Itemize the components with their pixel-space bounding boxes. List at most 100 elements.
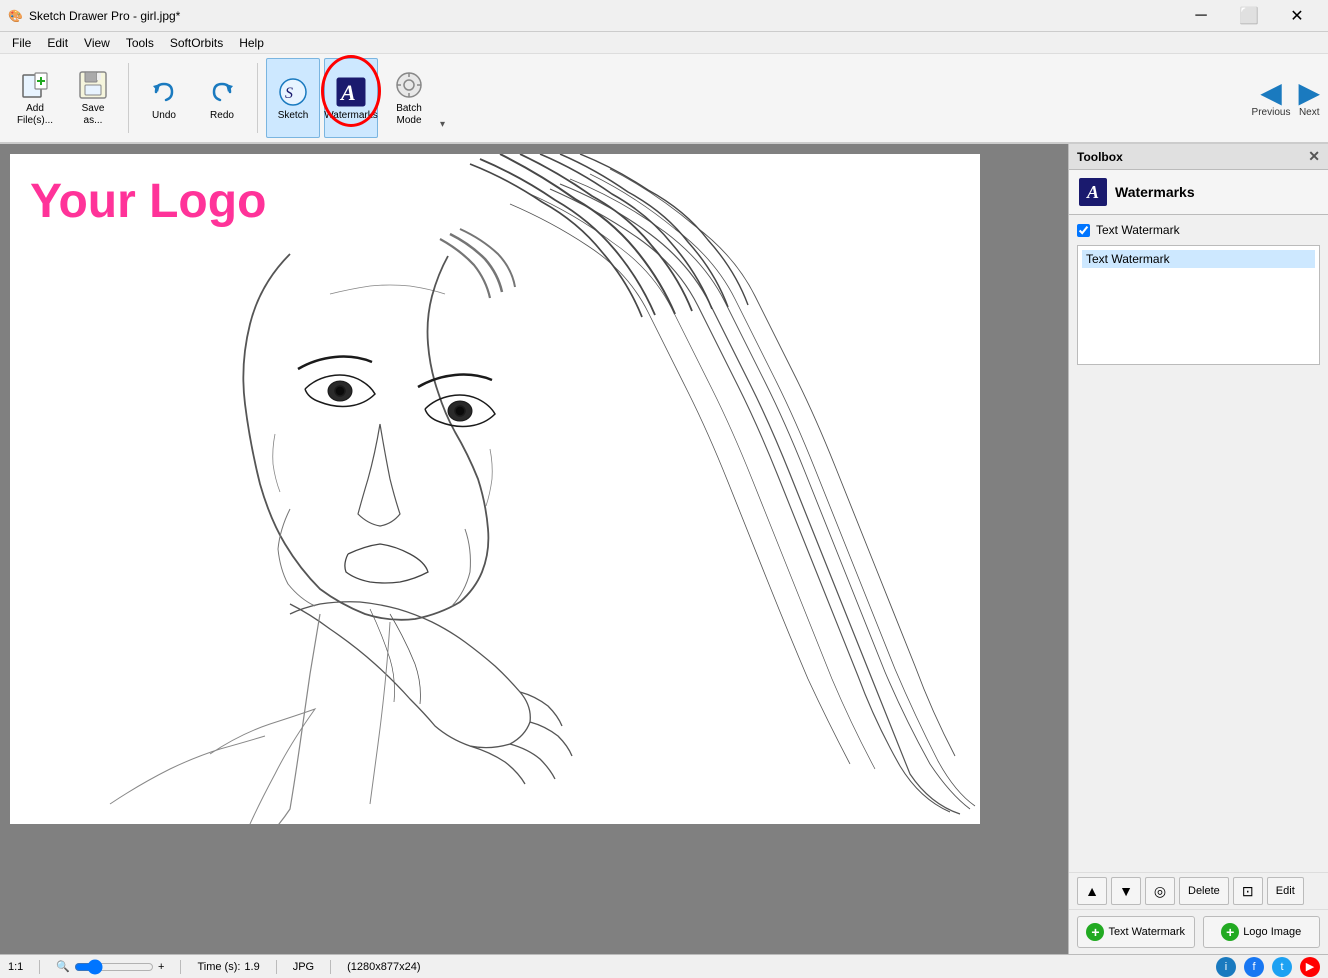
close-button[interactable]: ✕ — [1274, 0, 1320, 32]
title-bar: 🎨 Sketch Drawer Pro - girl.jpg* ─ ⬜ ✕ — [0, 0, 1328, 32]
select-button[interactable]: ⊡ — [1233, 877, 1263, 905]
toolbox-action-row: ▲ ▼ ◎ Delete ⊡ Edit — [1069, 872, 1328, 910]
toolbar-dropdown[interactable]: ▾ — [440, 58, 445, 138]
menu-tools[interactable]: Tools — [118, 34, 162, 52]
add-files-button[interactable]: AddFile(s)... — [8, 58, 62, 138]
undo-icon — [148, 76, 180, 108]
zoom-slider[interactable] — [74, 959, 154, 975]
format-text: JPG — [293, 961, 314, 973]
toolbar-separator-2 — [257, 63, 258, 133]
sketch-icon: S — [277, 76, 309, 108]
add-files-icon — [19, 69, 51, 101]
facebook-button[interactable]: f — [1244, 957, 1264, 977]
batch-mode-icon — [393, 69, 425, 101]
next-button[interactable]: ▶ Next — [1298, 79, 1320, 118]
status-bar: 1:1 🔍 + Time (s): 1.9 JPG (1280x877x24) … — [0, 954, 1328, 978]
time-display: Time (s): 1.9 — [197, 961, 259, 973]
svg-text:S: S — [285, 85, 293, 102]
toolbar-separator-1 — [128, 63, 129, 133]
redo-label: Redo — [210, 110, 234, 121]
visibility-button[interactable]: ◎ — [1145, 877, 1175, 905]
title-bar-text: Sketch Drawer Pro - girl.jpg* — [29, 9, 180, 23]
svg-text:A: A — [339, 80, 356, 105]
edit-button[interactable]: Edit — [1267, 877, 1304, 905]
zoom-level: 1:1 — [8, 961, 23, 973]
format-display: JPG — [293, 961, 314, 973]
menu-view[interactable]: View — [76, 34, 118, 52]
redo-icon — [206, 76, 238, 108]
twitter-button[interactable]: t — [1272, 957, 1292, 977]
time-value: 1.9 — [244, 961, 259, 973]
youtube-button[interactable]: ▶ — [1300, 957, 1320, 977]
status-sep-1 — [39, 960, 40, 974]
add-logo-image-button[interactable]: + Logo Image — [1203, 916, 1321, 948]
text-watermark-checkbox-label: Text Watermark — [1096, 223, 1180, 237]
zoom-out-icon[interactable]: 🔍 — [56, 960, 70, 973]
minimize-button[interactable]: ─ — [1178, 0, 1224, 32]
watermarks-label: Watermarks — [324, 110, 378, 121]
toolbox-close-button[interactable]: ✕ — [1308, 148, 1320, 165]
status-sep-4 — [330, 960, 331, 974]
toolbox-section-icon: A — [1079, 178, 1107, 206]
toolbox-section-title: Watermarks — [1115, 184, 1195, 200]
next-arrow-icon: ▶ — [1298, 79, 1320, 107]
save-as-button[interactable]: Saveas... — [66, 58, 120, 138]
menu-help[interactable]: Help — [231, 34, 272, 52]
undo-label: Undo — [152, 110, 176, 121]
toolbox-title: Toolbox — [1077, 150, 1123, 164]
zoom-controls[interactable]: 🔍 + — [56, 959, 164, 975]
status-sep-3 — [276, 960, 277, 974]
nav-buttons: ◀ Previous ▶ Next — [1252, 79, 1320, 118]
toolbox-section-header: A Watermarks — [1069, 170, 1328, 215]
menu-file[interactable]: File — [4, 34, 39, 52]
canvas-area: Your Logo — [0, 144, 1068, 954]
batch-mode-label: BatchMode — [396, 103, 422, 127]
time-label: Time (s): — [197, 961, 240, 973]
sketch-image — [10, 154, 980, 824]
text-watermark-checkbox-row[interactable]: Text Watermark — [1077, 223, 1320, 237]
toolbox-content: Text Watermark Text Watermark — [1069, 215, 1328, 872]
previous-arrow-icon: ◀ — [1260, 79, 1282, 107]
toolbox-add-row: + Text Watermark + Logo Image — [1069, 910, 1328, 954]
title-bar-controls[interactable]: ─ ⬜ ✕ — [1178, 0, 1320, 32]
status-right: i f t ▶ — [1216, 957, 1320, 977]
previous-label: Previous — [1252, 107, 1291, 118]
add-text-watermark-button[interactable]: + Text Watermark — [1077, 916, 1195, 948]
redo-button[interactable]: Redo — [195, 58, 249, 138]
watermarks-button[interactable]: A Watermarks — [324, 58, 378, 138]
main-layout: Your Logo — [0, 144, 1328, 954]
zoom-text: 1:1 — [8, 961, 23, 973]
toolbar-nav: ◀ Previous ▶ Next — [1252, 79, 1320, 118]
canvas-content: Your Logo — [10, 154, 980, 824]
list-item[interactable]: Text Watermark — [1082, 250, 1315, 268]
save-as-label: Saveas... — [82, 103, 105, 127]
move-down-button[interactable]: ▼ — [1111, 877, 1141, 905]
watermark-list[interactable]: Text Watermark — [1077, 245, 1320, 365]
sketch-button[interactable]: S Sketch — [266, 58, 320, 138]
previous-button[interactable]: ◀ Previous — [1252, 79, 1291, 118]
zoom-in-icon[interactable]: + — [158, 961, 164, 973]
add-files-label: AddFile(s)... — [17, 103, 53, 127]
text-watermark-checkbox[interactable] — [1077, 224, 1090, 237]
add-logo-icon: + — [1221, 923, 1239, 941]
move-up-button[interactable]: ▲ — [1077, 877, 1107, 905]
watermarks-icon: A — [335, 76, 367, 108]
add-text-icon: + — [1086, 923, 1104, 941]
menu-edit[interactable]: Edit — [39, 34, 76, 52]
undo-button[interactable]: Undo — [137, 58, 191, 138]
add-logo-label: Logo Image — [1243, 926, 1301, 938]
status-sep-2 — [180, 960, 181, 974]
title-bar-left: 🎨 Sketch Drawer Pro - girl.jpg* — [8, 9, 180, 23]
save-as-icon — [77, 69, 109, 101]
toolbox-header: Toolbox ✕ — [1069, 144, 1328, 170]
dimensions-display: (1280x877x24) — [347, 961, 420, 973]
app-icon: 🎨 — [8, 9, 23, 23]
restore-button[interactable]: ⬜ — [1226, 0, 1272, 32]
toolbar: AddFile(s)... Saveas... Undo — [0, 54, 1328, 144]
next-label: Next — [1299, 107, 1320, 118]
add-text-label: Text Watermark — [1108, 926, 1185, 938]
info-button[interactable]: i — [1216, 957, 1236, 977]
menu-softorbits[interactable]: SoftOrbits — [162, 34, 231, 52]
delete-button[interactable]: Delete — [1179, 877, 1229, 905]
batch-mode-button[interactable]: BatchMode — [382, 58, 436, 138]
